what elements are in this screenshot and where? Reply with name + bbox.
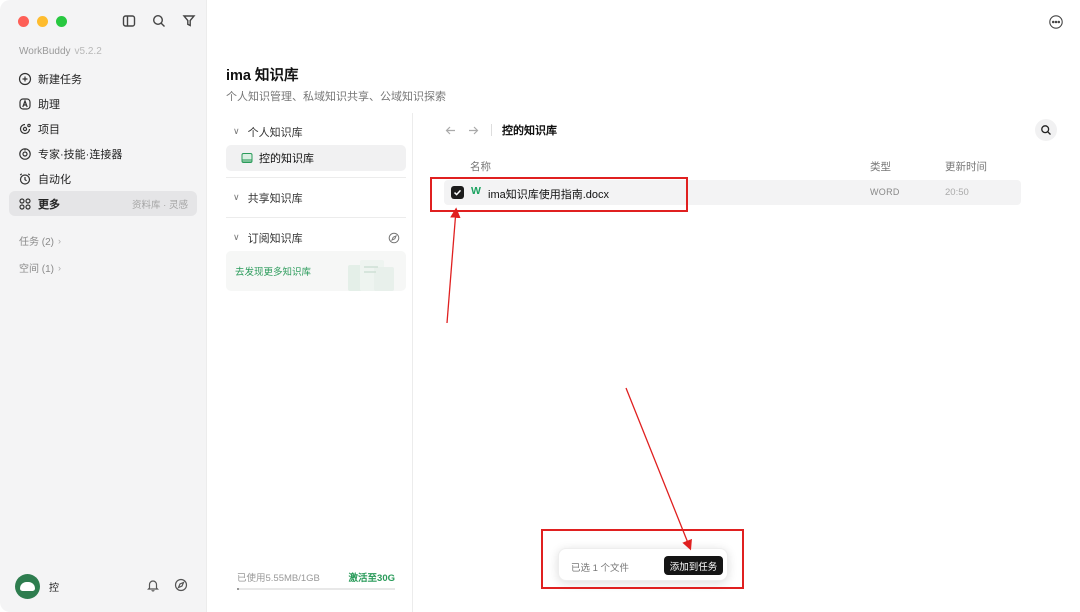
section-label: 任务 (2) — [19, 237, 54, 248]
sidebar-item-more[interactable]: 更多 资料库 · 灵感 — [9, 191, 197, 216]
kb-group-subscribed[interactable]: ∨ 订阅知识库 — [226, 224, 406, 251]
breadcrumb-current: 控的知识库 — [502, 125, 557, 137]
storage-bar-fill — [237, 588, 239, 590]
avatar[interactable] — [15, 573, 40, 599]
page-subtitle: 个人知识管理、私域知识共享、公域知识探索 — [226, 91, 446, 103]
documents-illustration — [348, 260, 394, 291]
sidebar-item-label: 助理 — [38, 98, 60, 111]
chevron-down-icon: ∨ — [233, 232, 240, 242]
app-version: v5.2.2 — [74, 46, 102, 57]
app-name-text: WorkBuddy — [19, 46, 71, 57]
sidebar: WorkBuddy v5.2.2 新建任务 助理 项目 专家·技能·连接器 自动化 — [0, 0, 207, 612]
discover-link[interactable]: 去发现更多知识库 — [235, 264, 311, 278]
column-header-type[interactable]: 类型 — [870, 159, 891, 174]
back-arrow-icon[interactable] — [444, 124, 457, 137]
app-name: WorkBuddy v5.2.2 — [19, 46, 102, 57]
window-controls — [18, 16, 67, 27]
sidebar-item-label: 自动化 — [38, 173, 71, 186]
storage-usage: 已使用5.55MB/1GB 激活至30G — [237, 570, 395, 590]
sidebar-item-new-task[interactable]: 新建任务 — [9, 66, 197, 91]
sidebar-item-label: 项目 — [38, 123, 60, 136]
highlight-box-file — [430, 177, 688, 212]
file-time: 20:50 — [945, 187, 969, 198]
sidebar-item-hint: 资料库 · 灵感 — [132, 199, 188, 211]
sidebar-item-project[interactable]: 项目 — [9, 116, 197, 141]
app-window: WorkBuddy v5.2.2 新建任务 助理 项目 专家·技能·连接器 自动化 — [0, 0, 1080, 612]
section-label: 空间 (1) — [19, 264, 54, 275]
sidebar-nav: 新建任务 助理 项目 专家·技能·连接器 自动化 更多 资料库 · 灵感 — [9, 66, 197, 216]
sidebar-item-assistant[interactable]: 助理 — [9, 91, 197, 116]
zoom-window-button[interactable] — [56, 16, 67, 27]
sidebar-item-automation[interactable]: 自动化 — [9, 166, 197, 191]
file-search-button[interactable] — [1035, 119, 1057, 141]
alarm-icon — [19, 172, 31, 185]
minimize-window-button[interactable] — [37, 16, 48, 27]
breadcrumb-separator — [491, 124, 492, 136]
compass-icon[interactable] — [174, 578, 188, 592]
sidebar-toolbar — [121, 13, 197, 29]
discover-more-card[interactable]: 去发现更多知识库 — [226, 251, 406, 291]
kb-group-shared[interactable]: ∨ 共享知识库 — [226, 184, 406, 211]
chevron-right-icon: › — [58, 262, 61, 273]
chevron-right-icon: › — [58, 235, 61, 246]
close-window-button[interactable] — [18, 16, 29, 27]
sidebar-item-label: 更多 — [38, 198, 60, 211]
more-options-icon[interactable] — [1048, 14, 1064, 30]
compass-icon[interactable] — [388, 232, 400, 244]
divider — [226, 217, 406, 218]
divider — [226, 177, 406, 178]
sidebar-toggle-icon[interactable] — [121, 13, 137, 29]
arrow-to-checkbox — [446, 207, 461, 324]
expert-icon — [19, 147, 31, 160]
arrow-to-add-button — [625, 387, 692, 551]
knowledge-base-list: ∨ 个人知识库 控的知识库 ∨ 共享知识库 ∨ 订阅知识库 去发现更多知识库 — [226, 118, 406, 291]
search-icon — [1041, 125, 1051, 135]
chevron-down-icon: ∨ — [233, 126, 240, 136]
kb-group-label: 订阅知识库 — [247, 232, 303, 245]
pane-divider — [412, 113, 413, 612]
search-icon[interactable] — [151, 13, 167, 29]
sidebar-section-tasks[interactable]: 任务 (2) › — [19, 233, 61, 249]
storage-bar — [237, 588, 395, 590]
book-icon — [241, 153, 253, 163]
kb-group-personal[interactable]: ∨ 个人知识库 — [226, 118, 406, 145]
highlight-box-action — [541, 529, 744, 589]
plus-circle-icon — [18, 72, 32, 85]
upgrade-link[interactable]: 激活至30G — [349, 570, 395, 584]
column-header-name[interactable]: 名称 — [470, 159, 491, 174]
bell-icon[interactable] — [146, 578, 160, 592]
kb-group-label: 个人知识库 — [247, 126, 303, 139]
kb-item-label: 控的知识库 — [259, 153, 314, 165]
sidebar-item-label: 新建任务 — [38, 73, 82, 86]
page-title: ima 知识库 — [226, 68, 299, 84]
sidebar-item-experts[interactable]: 专家·技能·连接器 — [9, 141, 197, 166]
grid-icon — [19, 197, 31, 210]
kb-item-my[interactable]: 控的知识库 — [226, 145, 406, 171]
forward-arrow-icon[interactable] — [467, 124, 480, 137]
user-bar: 控 — [15, 573, 193, 599]
chevron-down-icon: ∨ — [233, 192, 240, 202]
sidebar-section-spaces[interactable]: 空间 (1) › — [19, 260, 61, 276]
filter-icon[interactable] — [181, 13, 197, 29]
column-header-time[interactable]: 更新时间 — [945, 159, 987, 174]
project-icon — [19, 123, 31, 134]
storage-text: 已使用5.55MB/1GB — [237, 573, 320, 584]
user-name: 控 — [49, 582, 59, 594]
file-type: WORD — [870, 187, 900, 197]
kb-group-label: 共享知识库 — [247, 192, 303, 205]
sidebar-item-label: 专家·技能·连接器 — [38, 148, 123, 161]
breadcrumb: 控的知识库 — [444, 122, 557, 138]
assistant-icon — [19, 97, 31, 110]
